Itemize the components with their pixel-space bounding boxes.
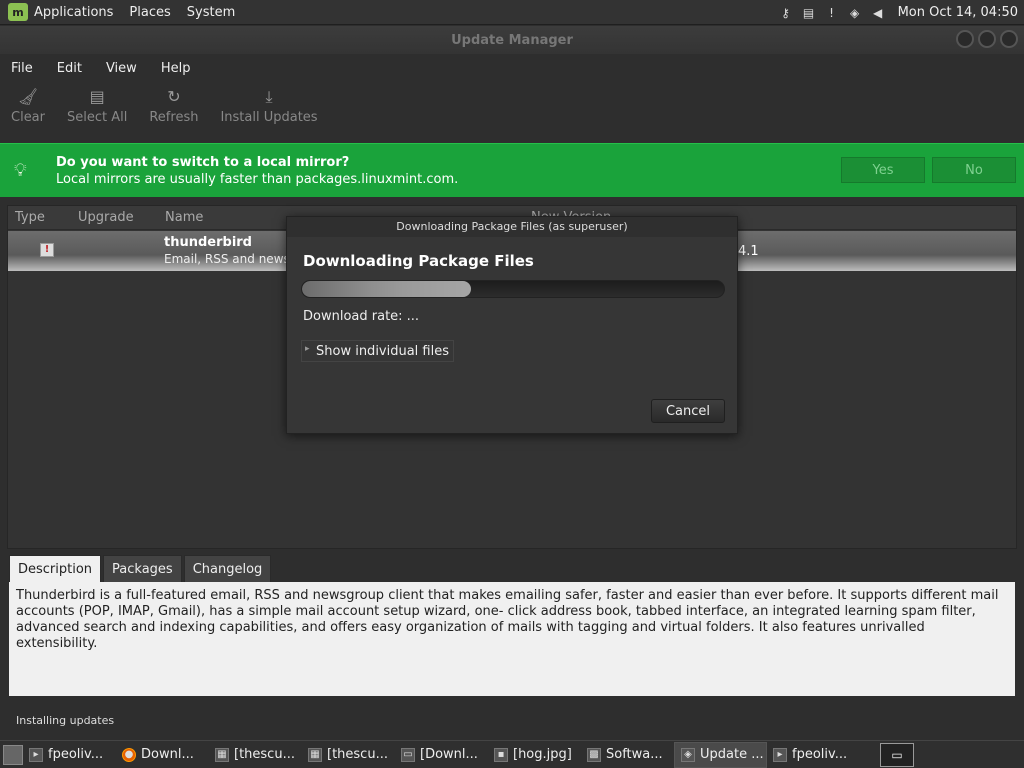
task-firefox[interactable]: ● Downl...: [116, 742, 209, 768]
task-terminal-1[interactable]: ▸ fpeoliv...: [23, 742, 116, 768]
applications-menu[interactable]: Applications: [34, 5, 113, 20]
install-updates-label: Install Updates: [220, 110, 318, 125]
dialog-heading: Downloading Package Files: [303, 252, 534, 270]
menu-view[interactable]: View: [106, 61, 137, 76]
show-files-expander[interactable]: ▸ Show individual files: [301, 340, 455, 362]
terminal-icon: ▸: [773, 747, 787, 762]
cancel-button[interactable]: Cancel: [651, 399, 725, 423]
status-text: Installing updates: [16, 714, 115, 727]
menu-file[interactable]: File: [11, 61, 33, 76]
document-icon: ▤: [89, 87, 105, 106]
expander-arrow-icon: ▸: [305, 344, 310, 354]
places-menu[interactable]: Places: [129, 5, 170, 20]
clear-button[interactable]: 🧹︎ Clear: [0, 84, 56, 140]
terminal-icon: ▸: [29, 747, 43, 762]
security-update-icon: !: [40, 243, 54, 257]
firefox-icon: ●: [122, 747, 136, 762]
column-name[interactable]: Name: [165, 210, 203, 225]
download-rate: Download rate: ...: [303, 309, 420, 324]
dialog-title[interactable]: Downloading Package Files (as superuser): [287, 217, 737, 237]
shield-icon[interactable]: ◈: [848, 6, 862, 20]
tab-description[interactable]: Description: [9, 555, 102, 582]
refresh-label: Refresh: [149, 110, 199, 125]
update-alert-icon[interactable]: !: [825, 6, 839, 20]
refresh-icon: ↻: [167, 87, 181, 106]
download-dialog: Downloading Package Files (as superuser)…: [286, 216, 738, 434]
shield-icon: ◈: [681, 747, 695, 762]
description-text: Thunderbird is a full-featured email, RS…: [9, 582, 1015, 696]
refresh-button[interactable]: ↻ Refresh: [138, 84, 209, 140]
task-update-manager[interactable]: ◈ Update ...: [674, 741, 767, 768]
top-panel: m Applications Places System ⚷ ▤ ! ◈ ◀ M…: [0, 0, 1024, 25]
menu-bar: File Edit View Help: [0, 56, 1024, 80]
close-button[interactable]: [1000, 30, 1018, 48]
network-icon[interactable]: ▤: [802, 6, 816, 20]
package-description: Email, RSS and news: [164, 252, 290, 266]
menu-edit[interactable]: Edit: [57, 61, 82, 76]
no-button[interactable]: No: [932, 157, 1016, 183]
system-menu[interactable]: System: [187, 5, 235, 20]
taskbar: ▸ fpeoliv... ● Downl... ▦ [thescu... ▦ [thes…: [0, 740, 1024, 768]
progress-fill: [302, 281, 471, 297]
task-folder[interactable]: ▭ [Downl...: [395, 742, 488, 768]
detail-tabs: Description Packages Changelog: [9, 555, 272, 582]
banner-text: Local mirrors are usually faster than pa…: [56, 171, 459, 187]
task-hog-image[interactable]: ▪ [hog.jpg]: [488, 742, 581, 768]
window-title: Update Manager: [451, 32, 573, 48]
download-icon: ⤓: [265, 87, 273, 106]
task-terminal-2[interactable]: ▸ fpeoliv...: [767, 742, 860, 768]
tab-packages[interactable]: Packages: [103, 555, 182, 582]
system-tray: ⚷ ▤ ! ◈ ◀ Mon Oct 14, 04:50: [779, 0, 1024, 25]
lightbulb-icon: 💡︎: [14, 160, 27, 181]
column-upgrade[interactable]: Upgrade: [78, 210, 134, 225]
key-icon[interactable]: ⚷: [779, 6, 793, 20]
minimize-button[interactable]: [956, 30, 974, 48]
volume-icon[interactable]: ◀: [871, 6, 885, 20]
task-software[interactable]: ▩ Softwa...: [581, 742, 674, 768]
select-all-button[interactable]: ▤ Select All: [56, 84, 138, 140]
task-image-1[interactable]: ▦ [thescu...: [209, 742, 302, 768]
mint-menu-icon[interactable]: m: [8, 3, 28, 21]
download-progress-bar: [301, 280, 725, 298]
toolbar: 🧹︎ Clear ▤ Select All ↻ Refresh ⤓ Instal…: [0, 84, 1024, 140]
folder-icon: ▭: [401, 747, 415, 762]
clock[interactable]: Mon Oct 14, 04:50: [898, 5, 1018, 20]
install-updates-button[interactable]: ⤓ Install Updates: [209, 84, 328, 140]
broom-icon: 🧹︎: [17, 87, 39, 106]
show-desktop-icon[interactable]: [3, 744, 23, 765]
software-icon: ▩: [587, 747, 601, 762]
tab-changelog[interactable]: Changelog: [183, 555, 272, 582]
menu-help[interactable]: Help: [161, 61, 191, 76]
maximize-button[interactable]: [978, 30, 996, 48]
expander-label: Show individual files: [316, 343, 450, 359]
mirror-banner: 💡︎ Do you want to switch to a local mirr…: [0, 143, 1024, 197]
package-version: 4.1: [738, 244, 759, 259]
package-name: thunderbird: [164, 235, 252, 250]
image-viewer-icon: ▦: [215, 747, 229, 762]
column-type[interactable]: Type: [15, 210, 45, 225]
clear-label: Clear: [11, 110, 45, 125]
workspace-icon[interactable]: ▭: [880, 743, 914, 767]
banner-heading: Do you want to switch to a local mirror?: [56, 154, 350, 170]
yes-button[interactable]: Yes: [841, 157, 925, 183]
select-all-label: Select All: [67, 110, 128, 125]
image-viewer-icon: ▦: [308, 747, 322, 762]
window-titlebar[interactable]: Update Manager: [0, 26, 1024, 54]
image-icon: ▪: [494, 747, 508, 762]
task-image-2[interactable]: ▦ [thescu...: [302, 742, 395, 768]
